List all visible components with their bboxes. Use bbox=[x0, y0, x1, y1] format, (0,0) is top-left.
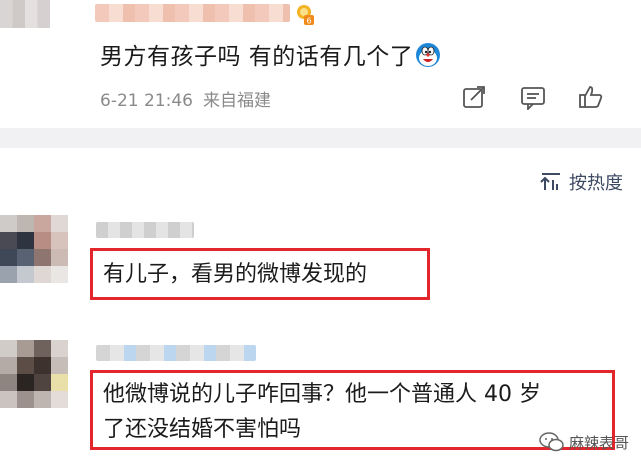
avatar[interactable] bbox=[0, 0, 50, 28]
sort-label: 按热度 bbox=[569, 173, 623, 194]
share-icon[interactable] bbox=[461, 84, 487, 110]
comment-highlight-box: 他微博说的儿子咋回事？他一个普通人 40 岁 了还没结婚不害怕吗 bbox=[90, 370, 615, 450]
avatar[interactable] bbox=[0, 215, 68, 283]
wechat-icon bbox=[539, 432, 564, 452]
reply-text-line-1: 他微博说的儿子咋回事？他一个普通人 40 岁 bbox=[103, 382, 541, 407]
comment-meta: 6-21 21:46 来自福建 bbox=[100, 86, 281, 111]
reply-text: 有儿子，看男的微博发现的 bbox=[103, 262, 368, 287]
comment-text: 男方有孩子吗 有的话有几个了 bbox=[100, 37, 441, 71]
avatar[interactable] bbox=[0, 340, 68, 408]
doraemon-emoji-icon bbox=[416, 43, 441, 67]
watermark-label: 麻辣表哥 bbox=[568, 433, 629, 452]
comment-highlight-box: 有儿子，看男的微博发现的 bbox=[90, 248, 430, 300]
watermark: 麻辣表哥 bbox=[539, 431, 629, 453]
sort-icon bbox=[540, 173, 560, 190]
comment-icon[interactable] bbox=[520, 84, 546, 110]
section-divider bbox=[0, 128, 641, 148]
reply-text-line-2: 了还没结婚不害怕吗 bbox=[103, 417, 302, 442]
username-blurred[interactable] bbox=[95, 4, 290, 22]
comment-source: 来自福建 bbox=[202, 91, 271, 111]
like-icon[interactable] bbox=[578, 84, 604, 110]
comment-date: 6-21 21:46 bbox=[100, 91, 193, 111]
comment-text-content: 男方有孩子吗 有的话有几个了 bbox=[100, 44, 414, 70]
level-badge-icon: 6 bbox=[297, 5, 314, 26]
level-badge-number: 6 bbox=[306, 17, 311, 26]
original-comment: 6 男方有孩子吗 有的话有几个了 6-21 21:46 来自福建 bbox=[0, 0, 641, 128]
username-blurred[interactable] bbox=[96, 222, 194, 238]
sort-by-hot-button[interactable]: 按热度 bbox=[539, 169, 623, 195]
username-blurred[interactable] bbox=[96, 345, 256, 361]
